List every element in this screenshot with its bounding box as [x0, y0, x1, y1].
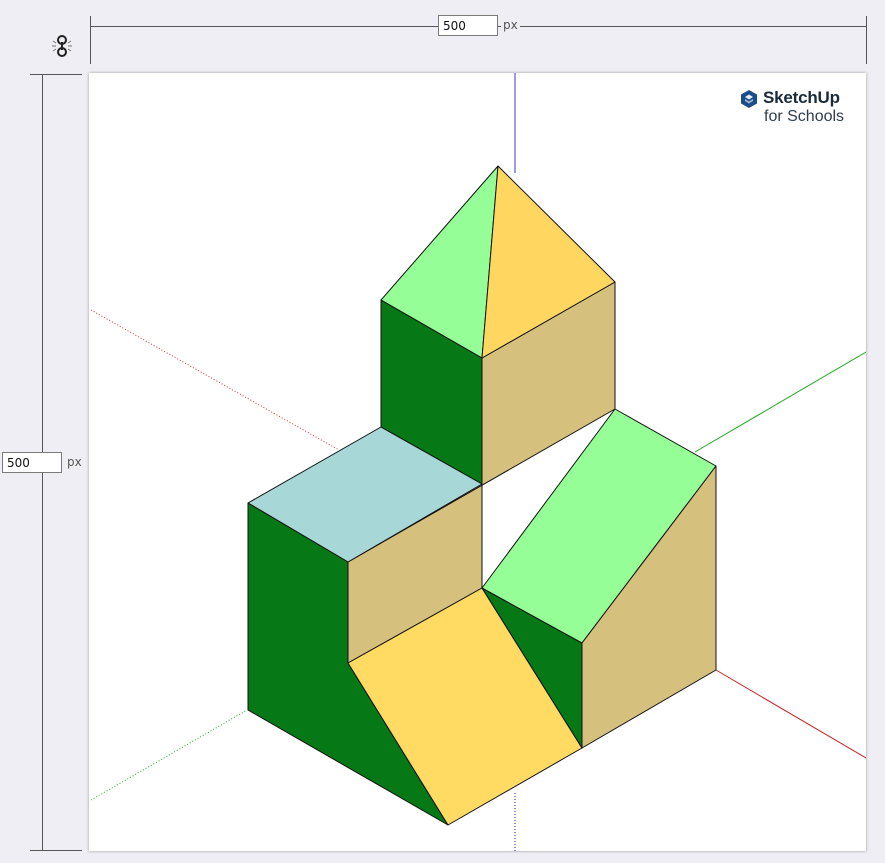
height-unit-label: px [65, 455, 84, 469]
width-input[interactable] [438, 15, 498, 36]
sketchup-export-view: px px [0, 0, 885, 863]
red-axis-negative [90, 309, 340, 451]
height-dimension-bottom-tick [30, 850, 82, 851]
width-unit-label: px [501, 18, 520, 32]
model-viewport[interactable]: SketchUp for Schools [89, 73, 866, 851]
model-drawing [90, 73, 866, 851]
brand-subtitle: for Schools [764, 108, 845, 125]
sketchup-logo-icon [739, 89, 759, 109]
green-axis [694, 351, 866, 453]
green-axis-negative [90, 709, 248, 801]
brand-title: SketchUp [763, 88, 840, 107]
height-input[interactable] [2, 452, 62, 473]
unlinked-chain-icon[interactable] [50, 34, 74, 58]
width-dimension-right-tick [866, 16, 867, 64]
width-dimension-left-tick [90, 16, 91, 64]
sketchup-for-schools-logo: SketchUp for Schools [739, 87, 859, 127]
model-faces [247, 165, 717, 826]
red-axis [715, 669, 866, 759]
height-dimension-top-tick [30, 74, 82, 75]
